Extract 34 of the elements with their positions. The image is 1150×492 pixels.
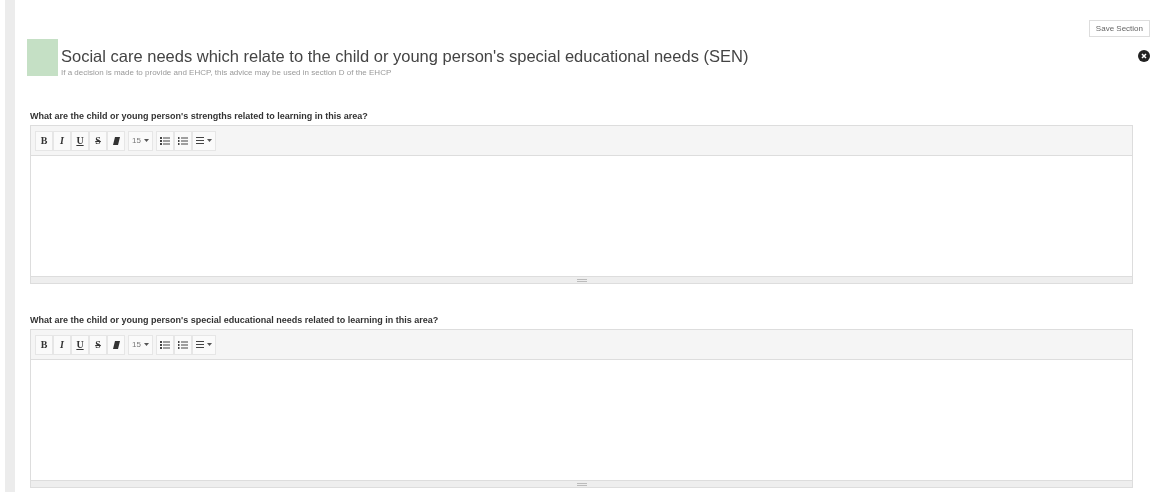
- align-icon: [195, 341, 204, 348]
- section-title: Social care needs which relate to the child or young person's special educational needs (SEN): [61, 47, 749, 66]
- bullet-list-icon: [159, 136, 170, 145]
- underline-button[interactable]: U: [71, 130, 89, 151]
- bullet-list-icon: [159, 340, 170, 349]
- eraser-icon: [112, 340, 120, 349]
- resize-handle-icon[interactable]: [576, 278, 587, 282]
- question-label: What are the child or young person's special educational needs related to learning in this area?: [30, 315, 439, 325]
- italic-button[interactable]: I: [53, 130, 71, 151]
- bold-button[interactable]: B: [35, 130, 53, 151]
- close-icon[interactable]: [1138, 50, 1150, 62]
- strikethrough-button[interactable]: S: [89, 334, 107, 355]
- clear-format-button[interactable]: [107, 334, 125, 355]
- italic-button[interactable]: I: [53, 334, 71, 355]
- question-label: What are the child or young person's strengths related to learning in this area?: [30, 111, 368, 121]
- strikethrough-button[interactable]: S: [89, 130, 107, 151]
- resize-handle-icon[interactable]: [576, 482, 587, 486]
- caret-icon: [143, 139, 149, 142]
- section-subtitle: If a decision is made to provide and EHCP, this advice may be used in section D of the EHCP: [61, 68, 393, 77]
- caret-icon: [206, 139, 212, 142]
- bullet-list-button[interactable]: [155, 130, 174, 151]
- font-size-dropdown[interactable]: 15: [128, 130, 153, 151]
- align-dropdown[interactable]: [191, 334, 216, 355]
- underline-button[interactable]: U: [71, 334, 89, 355]
- align-icon: [195, 137, 204, 144]
- clear-format-button[interactable]: [107, 130, 125, 151]
- font-size-dropdown[interactable]: 15: [128, 334, 153, 355]
- eraser-icon: [112, 136, 120, 145]
- bold-button[interactable]: B: [35, 334, 53, 355]
- caret-icon: [143, 343, 149, 346]
- align-dropdown[interactable]: [191, 130, 216, 151]
- save-section-button[interactable]: Save Section: [1088, 20, 1150, 37]
- bullet-list-button[interactable]: [155, 334, 174, 355]
- caret-icon: [206, 343, 212, 346]
